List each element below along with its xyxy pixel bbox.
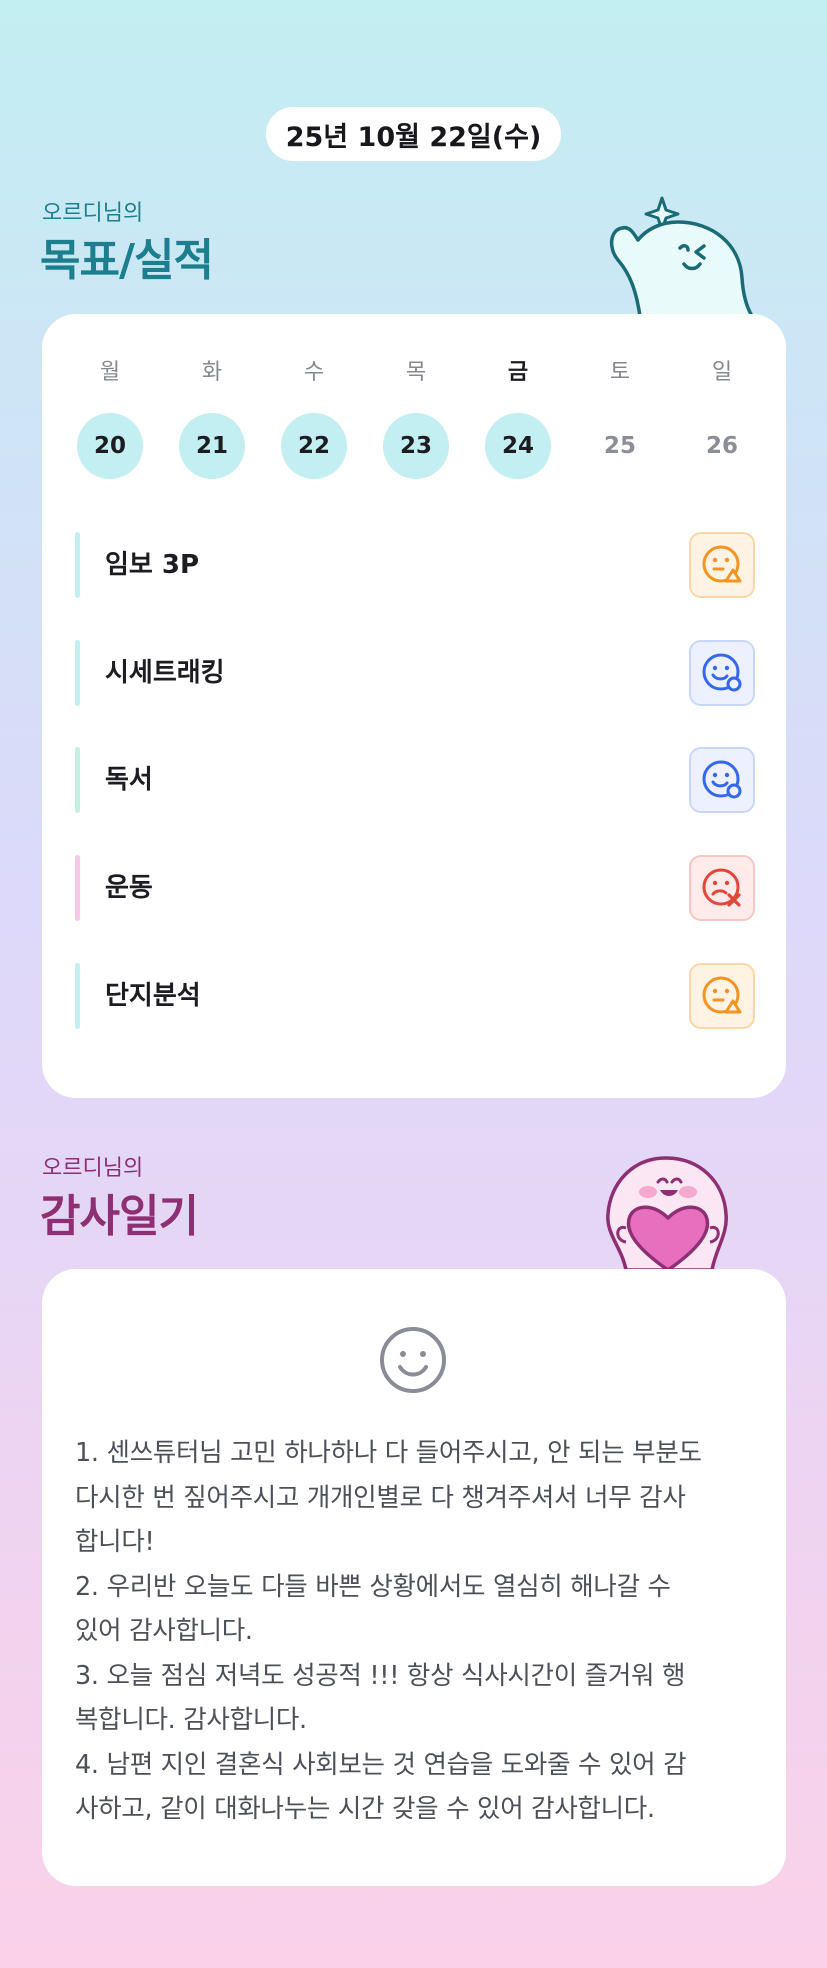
day-name: 금: [507, 360, 529, 385]
goal-label: 시세트래킹: [105, 658, 225, 688]
goal-row[interactable]: 시세트래킹: [75, 640, 755, 706]
date-label: 25년 10월 22일(수): [285, 121, 542, 153]
thanks-subtitle: 오르디님의: [42, 1156, 144, 1181]
day-number[interactable]: 26: [689, 413, 755, 479]
goal-row[interactable]: 독서: [75, 747, 755, 813]
goal-color-bar: [75, 532, 80, 598]
goal-row[interactable]: 임보 3P: [75, 532, 755, 598]
goal-row[interactable]: 운동: [75, 855, 755, 921]
day-name: 일: [711, 360, 733, 385]
goals-card: 월 20 화 21 수 22 목 23 금 24 토 25 일 26 임보 3P…: [42, 314, 786, 1098]
face-triangle-icon: [702, 976, 742, 1014]
goal-label: 독서: [105, 765, 153, 795]
day-number[interactable]: 25: [587, 413, 653, 479]
goal-color-bar: [75, 747, 80, 813]
day-number[interactable]: 23: [383, 413, 449, 479]
day-wed[interactable]: 수 22: [280, 358, 348, 479]
day-number[interactable]: 21: [179, 413, 245, 479]
day-fri[interactable]: 금 24: [484, 358, 552, 479]
day-tue[interactable]: 화 21: [178, 358, 246, 479]
goal-row[interactable]: 단지분석: [75, 963, 755, 1029]
pink-ghost-heart-mascot-icon: [606, 1156, 728, 1270]
day-name: 화: [201, 360, 223, 385]
day-name: 토: [609, 360, 631, 385]
goal-status-badge[interactable]: [689, 532, 755, 598]
day-thu[interactable]: 목 23: [382, 358, 450, 479]
thanks-diary-text: 1. 센쓰튜터님 고민 하나하나 다 들어주시고, 안 되는 부분도 다시한 번…: [75, 1438, 702, 1824]
goal-status-badge[interactable]: [689, 747, 755, 813]
goal-status-badge[interactable]: [689, 963, 755, 1029]
day-number[interactable]: 24: [485, 413, 551, 479]
day-name: 수: [303, 360, 325, 385]
thanks-title: 감사일기: [40, 1191, 199, 1242]
goal-color-bar: [75, 855, 80, 921]
day-sun[interactable]: 일 26: [688, 358, 756, 479]
goal-label: 운동: [105, 873, 153, 903]
day-name: 월: [99, 360, 121, 385]
goals-subtitle: 오르디님의: [42, 201, 144, 226]
ghost-mascot-icon: [609, 196, 754, 318]
face-x-icon: [702, 868, 741, 907]
face-circle-icon: [702, 653, 742, 692]
goal-label: 단지분석: [105, 981, 201, 1011]
face-triangle-icon: [702, 545, 742, 583]
face-circle-icon: [702, 760, 742, 799]
week-calendar: 월 20 화 21 수 22 목 23 금 24 토 25 일 26: [76, 358, 790, 479]
goal-status-badge[interactable]: [689, 640, 755, 706]
thanks-card: 1. 센쓰튜터님 고민 하나하나 다 들어주시고, 안 되는 부분도 다시한 번…: [42, 1269, 786, 1886]
day-name: 목: [405, 360, 427, 385]
goals-title: 목표/실적: [40, 235, 214, 286]
day-number[interactable]: 22: [281, 413, 347, 479]
day-sat[interactable]: 토 25: [586, 358, 654, 479]
goal-color-bar: [75, 963, 80, 1029]
day-number[interactable]: 20: [77, 413, 143, 479]
goal-status-badge[interactable]: [689, 855, 755, 921]
goal-label: 임보 3P: [105, 550, 200, 580]
goal-color-bar: [75, 640, 80, 706]
smile-face-icon[interactable]: [378, 1325, 448, 1395]
day-mon[interactable]: 월 20: [76, 358, 144, 479]
date-pill[interactable]: 25년 10월 22일(수): [266, 107, 561, 161]
